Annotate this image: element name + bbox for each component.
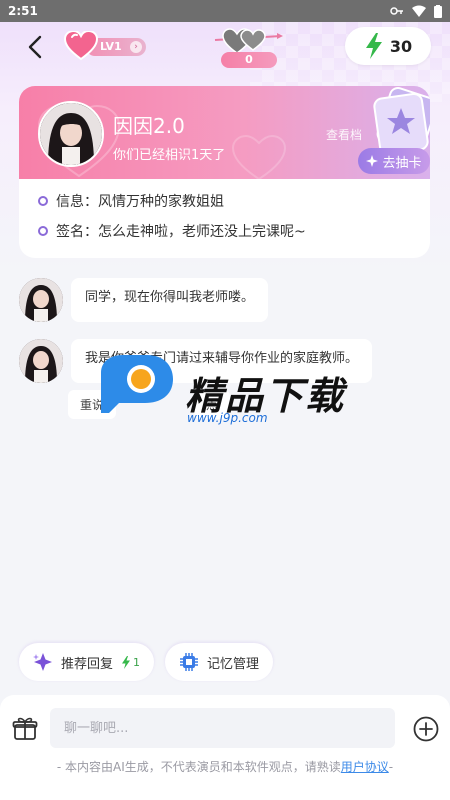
- watermark: 精品下载 www.j9p.com: [97, 355, 357, 441]
- battery-icon: [434, 4, 442, 18]
- lightning-icon: [365, 33, 382, 59]
- draw-card-label: 去抽卡: [382, 155, 422, 171]
- view-profile-link[interactable]: 查看档: [326, 126, 362, 143]
- gift-icon: [12, 717, 38, 740]
- profile-banner: 因因2.0 你们已经相识1天了 查看档 去抽卡: [19, 86, 430, 179]
- back-button[interactable]: [24, 34, 48, 60]
- level-badge[interactable]: LV1 ›: [64, 31, 148, 61]
- avatar-portrait: [40, 103, 102, 165]
- status-time: 2:51: [8, 4, 38, 18]
- level-label: LV1: [100, 40, 122, 53]
- status-bar: 2:51: [0, 0, 450, 22]
- bullet-ring-icon: [38, 226, 48, 236]
- avatar-portrait: [19, 339, 63, 383]
- watermark-logo: [101, 355, 173, 413]
- memory-management-label: 记忆管理: [207, 656, 260, 672]
- energy-count: 30: [389, 36, 413, 56]
- heart-icon: [64, 31, 98, 61]
- info-line: 信息：风情万种的家教姐姐: [38, 191, 224, 211]
- bullet-ring-icon: [38, 196, 48, 206]
- watermark-url: www.j9p.com: [187, 411, 268, 425]
- sparkle-icon: [33, 653, 52, 671]
- message-avatar[interactable]: [19, 278, 63, 322]
- disclaimer-end: -: [388, 760, 394, 774]
- status-icons: [390, 4, 442, 18]
- intimacy-count: 0: [221, 52, 277, 68]
- chip-icon: [180, 653, 198, 671]
- avatar-portrait: [19, 278, 63, 322]
- chevron-right-icon: ›: [130, 41, 142, 53]
- recommend-reply-button[interactable]: 推荐回复 1: [19, 643, 155, 681]
- disclaimer-text: - 本内容由AI生成，不代表演员和本软件观点，请熟读: [56, 760, 341, 774]
- user-agreement-link[interactable]: 用户协议: [341, 760, 389, 774]
- sparkle-icon: [366, 155, 379, 167]
- message-row: 同学，现在你得叫我老师喽。: [19, 278, 269, 322]
- disclaimer: - 本内容由AI生成，不代表演员和本软件观点，请熟读用户协议-: [0, 758, 450, 775]
- recommend-cost-value: 1: [133, 655, 141, 669]
- chevron-left-icon: [28, 35, 42, 59]
- wifi-icon: [412, 5, 426, 17]
- add-button[interactable]: [413, 716, 439, 742]
- recommend-reply-label: 推荐回复: [61, 656, 114, 672]
- plus-circle-icon: [413, 716, 439, 742]
- memory-management-button[interactable]: 记忆管理: [165, 643, 274, 681]
- message-avatar[interactable]: [19, 339, 63, 383]
- lightning-icon: [122, 655, 131, 669]
- profile-card: 因因2.0 你们已经相识1天了 查看档 去抽卡 信息：风情万种的家教姐姐 签名：…: [19, 86, 430, 258]
- recommend-cost: 1: [121, 655, 141, 669]
- message-bubble: 同学，现在你得叫我老师喽。: [71, 278, 269, 322]
- energy-balance[interactable]: 30: [345, 27, 431, 65]
- signature-text: 签名：怎么走神啦，老师还没上完课呢~: [56, 224, 306, 240]
- key-icon: [390, 7, 403, 15]
- info-text: 信息：风情万种的家教姐姐: [56, 194, 224, 210]
- draw-card-button[interactable]: 去抽卡: [358, 148, 430, 174]
- intimacy-indicator[interactable]: 0: [213, 26, 283, 70]
- chat-input[interactable]: [50, 708, 395, 748]
- character-avatar[interactable]: [38, 101, 104, 167]
- character-name: 因因2.0: [113, 114, 185, 138]
- signature-line: 签名：怎么走神啦，老师还没上完课呢~: [38, 221, 306, 241]
- acquaintance-days: 你们已经相识1天了: [113, 148, 226, 163]
- gift-button[interactable]: [12, 715, 38, 741]
- chat-input-bar: - 本内容由AI生成，不代表演员和本软件观点，请熟读用户协议-: [0, 695, 450, 800]
